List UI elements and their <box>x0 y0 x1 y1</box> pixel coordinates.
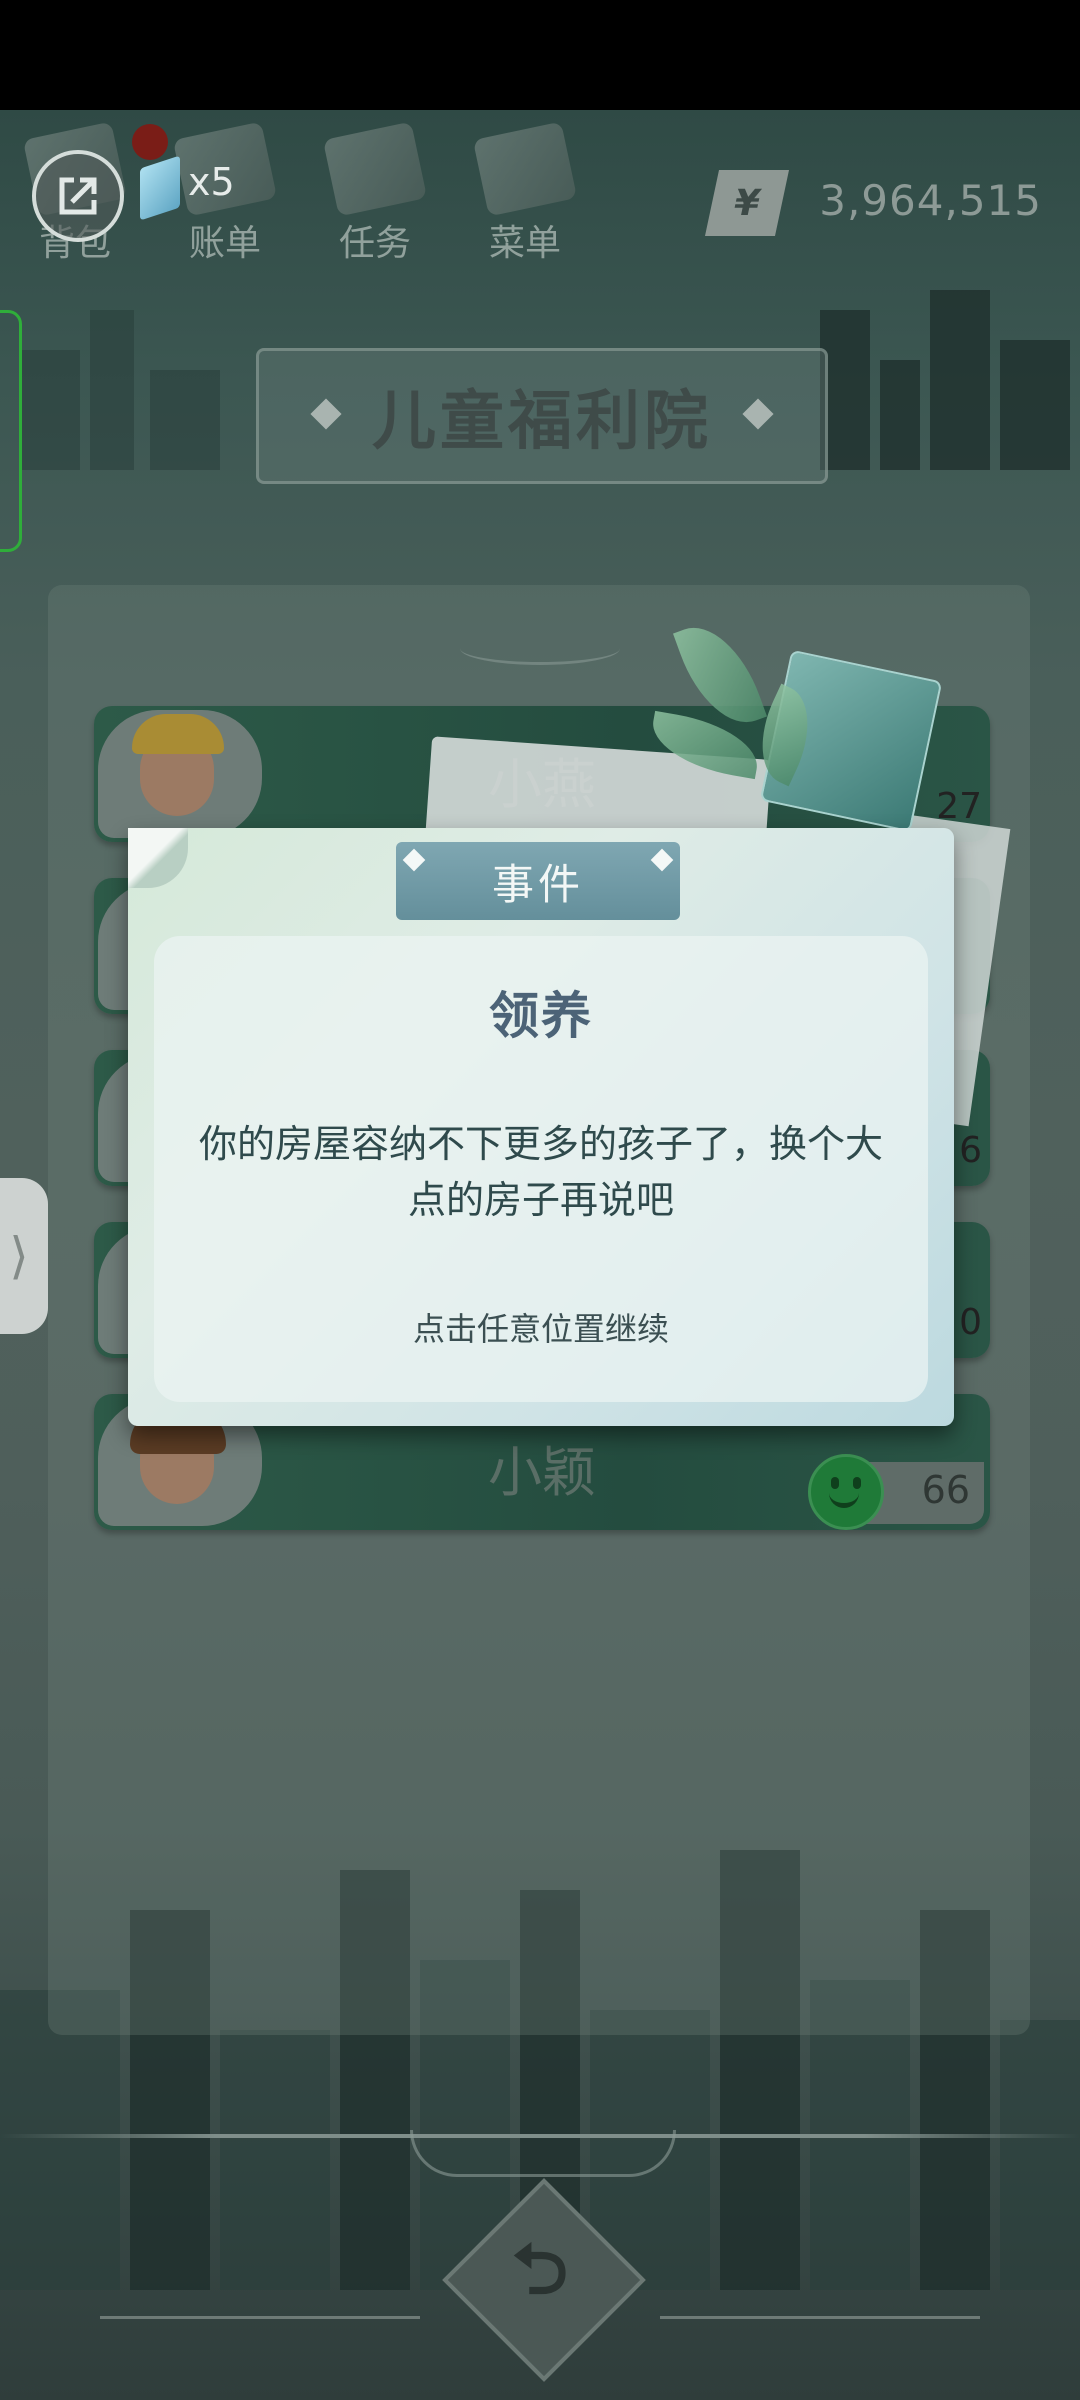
side-handle[interactable]: ⟩ <box>0 1178 48 1334</box>
exit-button[interactable] <box>32 150 124 242</box>
top-nav: 背包 账单 任务 菜单 x5 ¥ 3,964,515 <box>0 110 1080 280</box>
child-score: 66 <box>921 1468 970 1512</box>
exit-icon <box>59 177 97 215</box>
modal-message: 你的房屋容纳不下更多的孩子了，换个大点的房子再说吧 <box>198 1122 883 1222</box>
bottom-line-right <box>660 2316 980 2319</box>
ornament-swirl <box>410 2130 676 2177</box>
money-display: ¥ 3,964,515 <box>700 170 1070 240</box>
ornament-swirl <box>460 632 620 665</box>
task-icon <box>322 121 428 217</box>
child-score: 0 <box>959 1302 982 1343</box>
event-modal[interactable]: 事件 领养 你的房屋容纳不下更多的孩子了，换个大点的房子再说吧 点击任意位置继续 <box>128 828 954 1426</box>
event-tag: 事件 <box>396 842 680 920</box>
nav-menu[interactable]: 菜单 <box>470 121 580 270</box>
money-value: 3,964,515 <box>819 176 1042 225</box>
side-tab-left[interactable] <box>0 310 22 552</box>
nav-menu-label: 菜单 <box>488 223 561 264</box>
diamond-icon <box>742 398 774 430</box>
diamond-icon <box>310 398 342 430</box>
back-arrow-icon: ⮌ <box>511 2227 569 2310</box>
ticket-count: x5 <box>188 160 235 204</box>
status-bar <box>0 0 1080 110</box>
nav-task-label: 任务 <box>338 223 411 264</box>
page-curl <box>128 828 188 888</box>
continue-hint[interactable]: 点击任意位置继续 <box>128 1304 954 1350</box>
child-score: 6 <box>959 1130 982 1171</box>
title-plaque: 儿童福利院 <box>256 348 828 484</box>
smiley-icon <box>808 1454 884 1530</box>
event-tag-label: 事件 <box>491 859 584 909</box>
bottom-line-left <box>100 2316 420 2319</box>
yen-icon: ¥ <box>704 170 790 236</box>
nav-task[interactable]: 任务 <box>320 121 430 270</box>
page-title: 儿童福利院 <box>372 385 712 459</box>
modal-title: 领养 <box>489 987 593 1045</box>
nav-bill-label: 账单 <box>188 223 261 264</box>
notification-dot <box>132 124 168 160</box>
menu-icon <box>472 121 578 217</box>
score-badge: 66 <box>808 1454 984 1530</box>
